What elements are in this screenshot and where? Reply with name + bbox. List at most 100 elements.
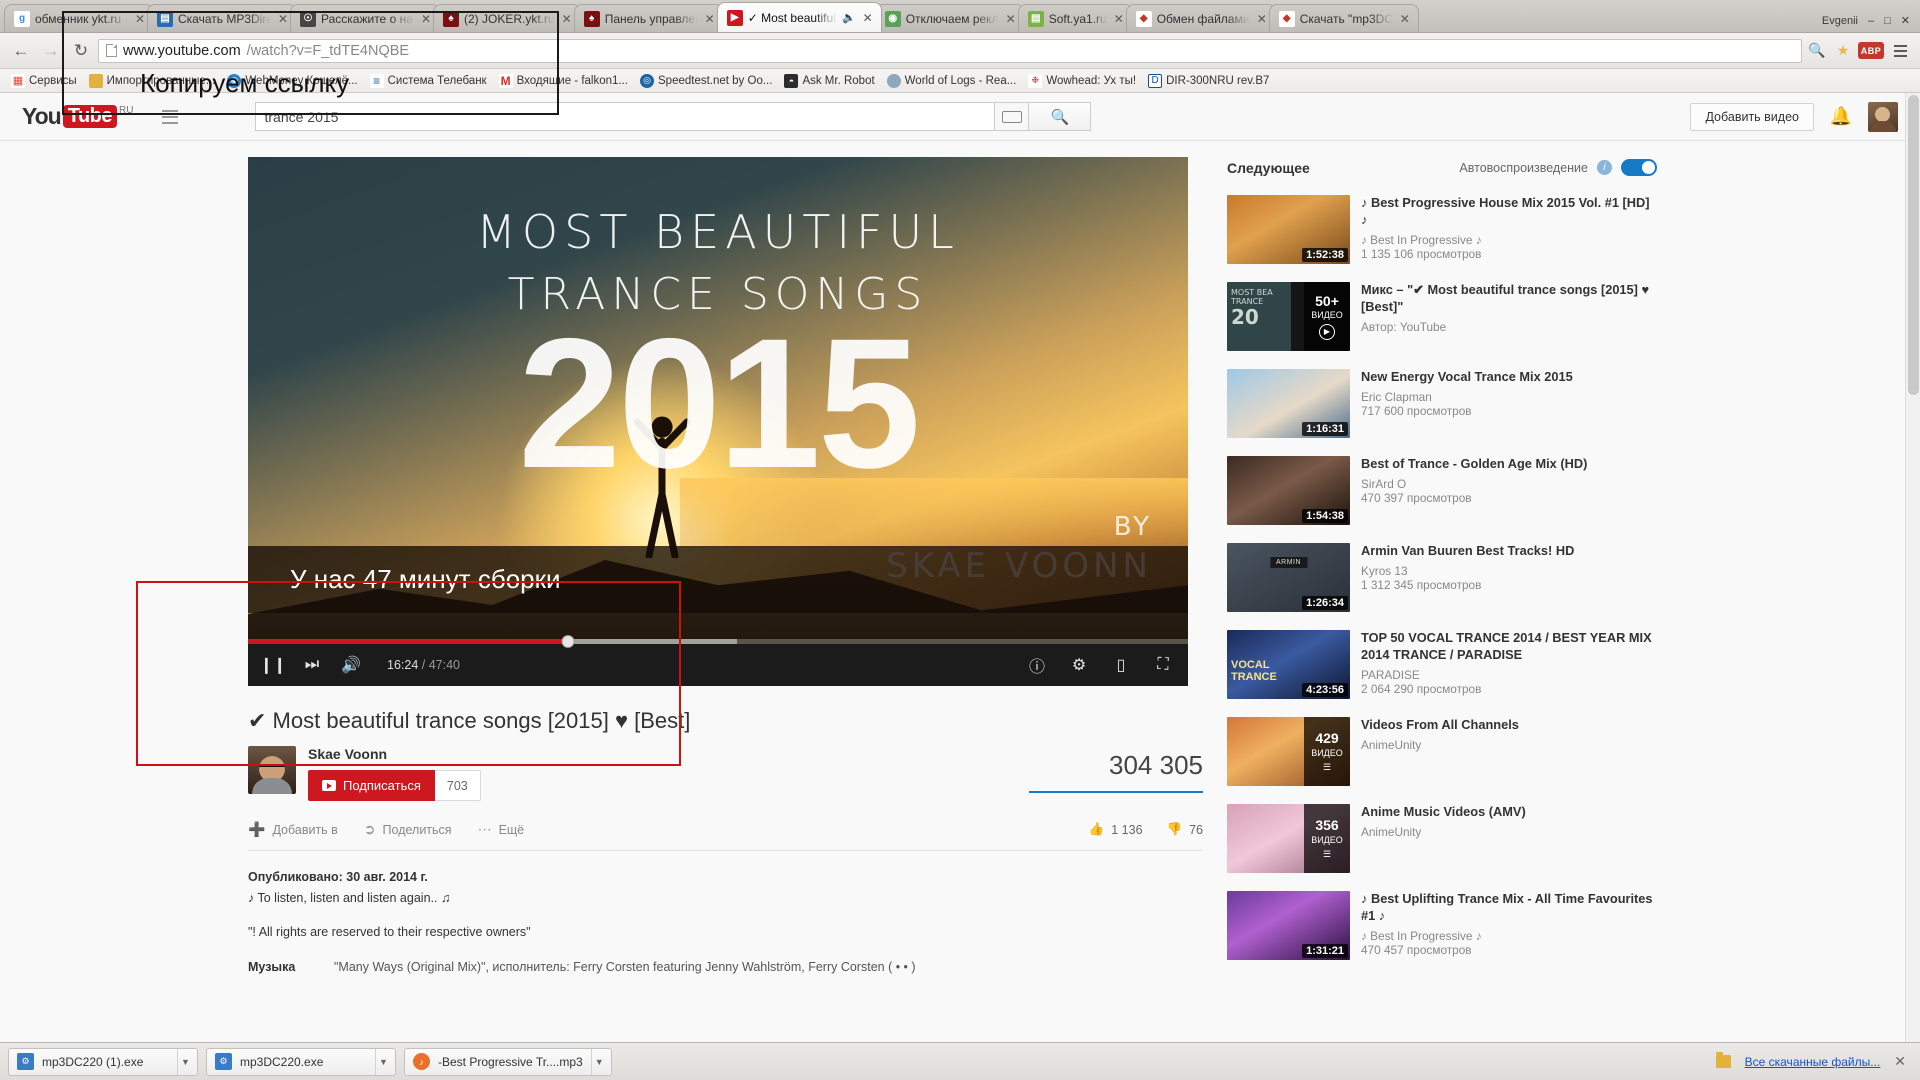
video-thumbnail[interactable]: MOST BEA TRANCE 20 50+ ВИДЕО ▶: [1227, 282, 1350, 351]
subscribe-button[interactable]: Подписаться: [308, 770, 435, 801]
video-thumbnail[interactable]: ARMIN 1:26:34: [1227, 543, 1350, 612]
adblock-plus-icon[interactable]: ABP: [1858, 42, 1884, 59]
chrome-menu-icon[interactable]: [1888, 39, 1912, 63]
browser-tab[interactable]: ◆ Обмен файлами Яку ✕: [1125, 4, 1276, 32]
video-thumbnail[interactable]: 1:16:31: [1227, 369, 1350, 438]
pause-icon[interactable]: ❙❙: [260, 654, 287, 676]
youtube-logo[interactable]: You Tube RU: [22, 103, 133, 130]
video-player[interactable]: MOST BEAUTIFUL TRANCE SONGS 2015 BY SKAE…: [248, 157, 1188, 686]
browser-tab[interactable]: ◉ Отключаем рекламу ✕: [874, 4, 1025, 32]
new-tab-button[interactable]: [1424, 14, 1448, 32]
video-thumbnail[interactable]: 356 ВИДЕО ☰: [1227, 804, 1350, 873]
bookmark-item[interactable]: ≡ Система Телебанк: [365, 72, 492, 90]
video-thumbnail[interactable]: 1:31:21: [1227, 891, 1350, 960]
bookmark-item[interactable]: M Входящие - falkon1...: [494, 72, 633, 90]
search-field[interactable]: [264, 108, 987, 125]
close-icon[interactable]: ✕: [1398, 12, 1412, 26]
list-item[interactable]: 1:54:38 Best of Trance - Golden Age Mix …: [1227, 451, 1657, 538]
fullscreen-icon[interactable]: ⛶: [1152, 654, 1174, 676]
download-item[interactable]: ♪ -Best Progressive Tr....mp3 ▼: [404, 1047, 612, 1076]
channel-avatar[interactable]: [248, 746, 296, 794]
minimize-icon[interactable]: –: [1868, 15, 1874, 27]
share-button[interactable]: ➲ Поделиться: [364, 821, 452, 838]
close-icon[interactable]: ✕: [703, 12, 717, 26]
progress-scrubber[interactable]: [561, 635, 575, 648]
channel-name[interactable]: Skae Voonn: [308, 746, 481, 770]
volume-icon[interactable]: 🔊: [340, 654, 362, 676]
add-to-button[interactable]: ➕ Добавить в: [248, 821, 338, 838]
avatar[interactable]: [1868, 101, 1898, 132]
video-thumbnail[interactable]: VOCAL TRANCE 4:23:56: [1227, 630, 1350, 699]
page-scrollbar[interactable]: [1905, 93, 1920, 1042]
bookmark-star-icon[interactable]: ★: [1832, 40, 1854, 62]
chevron-down-icon[interactable]: ▼: [177, 1048, 193, 1075]
more-button[interactable]: ⋯ Ещё: [478, 821, 525, 838]
list-item[interactable]: 1:31:21 ♪ Best Uplifting Trance Mix - Al…: [1227, 886, 1657, 973]
list-item[interactable]: 1:16:31 New Energy Vocal Trance Mix 2015…: [1227, 364, 1657, 451]
list-item[interactable]: ARMIN 1:26:34 Armin Van Buuren Best Trac…: [1227, 538, 1657, 625]
window-close-icon[interactable]: ✕: [1901, 14, 1910, 27]
maximize-icon[interactable]: □: [1884, 15, 1891, 27]
browser-tab[interactable]: g обменник ykt.ru - По ✕: [4, 4, 154, 32]
download-item[interactable]: ⚙ mp3DC220 (1).exe ▼: [8, 1047, 198, 1076]
close-icon[interactable]: ✕: [1255, 12, 1269, 26]
video-thumbnail[interactable]: 1:54:38: [1227, 456, 1350, 525]
list-item[interactable]: 356 ВИДЕО ☰ Anime Music Videos (AMV) Ani…: [1227, 799, 1657, 886]
notifications-icon[interactable]: 🔔: [1830, 106, 1852, 128]
autoplay-control[interactable]: Автовоспроизведение i: [1459, 159, 1657, 176]
bookmark-item[interactable]: World of Logs - Rea...: [882, 72, 1022, 90]
close-icon[interactable]: ✕: [276, 12, 290, 26]
browser-tab[interactable]: ☉ Расскажите о нас - R ✕: [290, 4, 440, 32]
search-button[interactable]: 🔍: [1029, 102, 1092, 131]
guide-menu-icon[interactable]: [157, 104, 183, 130]
list-item[interactable]: 429 ВИДЕО ☰ Videos From All Channels Ani…: [1227, 712, 1657, 799]
browser-tab[interactable]: ◆ Скачать "mp3DC220 ✕: [1268, 4, 1419, 32]
profile-name[interactable]: Evgenii: [1822, 15, 1858, 27]
add-video-button[interactable]: Добавить видео: [1690, 102, 1814, 131]
scrollbar-thumb[interactable]: [1908, 95, 1919, 395]
like-button[interactable]: 👍 1 136: [1089, 822, 1143, 837]
browser-tab[interactable]: ♠ (2) JOKER.ykt.ru ✕: [433, 4, 581, 32]
browser-tab[interactable]: ▤ Soft.ya1.ru ✕: [1017, 4, 1133, 32]
list-item[interactable]: 1:52:38 ♪ Best Progressive House Mix 201…: [1227, 190, 1657, 277]
forward-icon[interactable]: →: [38, 38, 64, 64]
info-cards-icon[interactable]: ⓘ: [1026, 654, 1048, 676]
theater-mode-icon[interactable]: ▯: [1110, 654, 1132, 676]
page-info-icon[interactable]: [106, 44, 117, 57]
dislike-button[interactable]: 👎 76: [1167, 822, 1203, 837]
address-bar[interactable]: www.youtube.com/watch?v=F_tdTE4NQBE: [98, 38, 1802, 63]
list-item[interactable]: MOST BEA TRANCE 20 50+ ВИДЕО ▶ Микс – "✔ M…: [1227, 277, 1657, 364]
autoplay-toggle[interactable]: [1621, 159, 1657, 176]
browser-tab[interactable]: ▤ Скачать MP3DirectC ✕: [147, 4, 297, 32]
audio-playing-icon[interactable]: 🔈: [842, 11, 856, 24]
close-icon[interactable]: ✕: [133, 12, 147, 26]
bookmark-item[interactable]: ▦ Сервисы: [6, 72, 82, 90]
reload-icon[interactable]: ↻: [68, 38, 94, 64]
back-icon[interactable]: ←: [8, 38, 34, 64]
progress-bar[interactable]: [248, 635, 1188, 648]
bookmark-item[interactable]: D DIR-300NRU rev.B7: [1143, 72, 1274, 90]
bookmark-item[interactable]: ◓ Ask Mr. Robot: [779, 72, 879, 90]
list-item[interactable]: VOCAL TRANCE 4:23:56 TOP 50 VOCAL TRANCE …: [1227, 625, 1657, 712]
browser-tab-active[interactable]: ▶ ✓ Most beautiful t 🔈 ✕: [716, 2, 882, 32]
close-icon[interactable]: ✕: [1112, 12, 1126, 26]
close-icon[interactable]: ✕: [1004, 12, 1018, 26]
close-icon[interactable]: ✕: [419, 12, 433, 26]
search-input[interactable]: [255, 102, 996, 131]
bookmark-item[interactable]: ◎ Speedtest.net by Oo...: [635, 72, 777, 90]
close-icon[interactable]: ✕: [560, 12, 574, 26]
download-item[interactable]: ⚙ mp3DC220.exe ▼: [206, 1047, 396, 1076]
settings-gear-icon[interactable]: ⚙: [1068, 654, 1090, 676]
bookmark-item[interactable]: ❉ Wowhead: Ух ты!: [1023, 72, 1141, 90]
video-thumbnail[interactable]: 1:52:38: [1227, 195, 1350, 264]
close-icon[interactable]: ✕: [861, 11, 875, 25]
show-all-downloads-link[interactable]: Все скачанные файлы...: [1745, 1055, 1881, 1069]
chevron-down-icon[interactable]: ▼: [590, 1048, 607, 1075]
zoom-icon[interactable]: 🔍: [1806, 40, 1828, 62]
next-video-icon[interactable]: ⏭: [301, 654, 323, 676]
chevron-down-icon[interactable]: ▼: [375, 1048, 391, 1075]
virtual-keyboard-icon[interactable]: [995, 102, 1030, 131]
browser-tab[interactable]: ♠ Панель управления ✕: [573, 4, 724, 32]
close-icon[interactable]: ✕: [1894, 1053, 1906, 1070]
video-thumbnail[interactable]: 429 ВИДЕО ☰: [1227, 717, 1350, 786]
